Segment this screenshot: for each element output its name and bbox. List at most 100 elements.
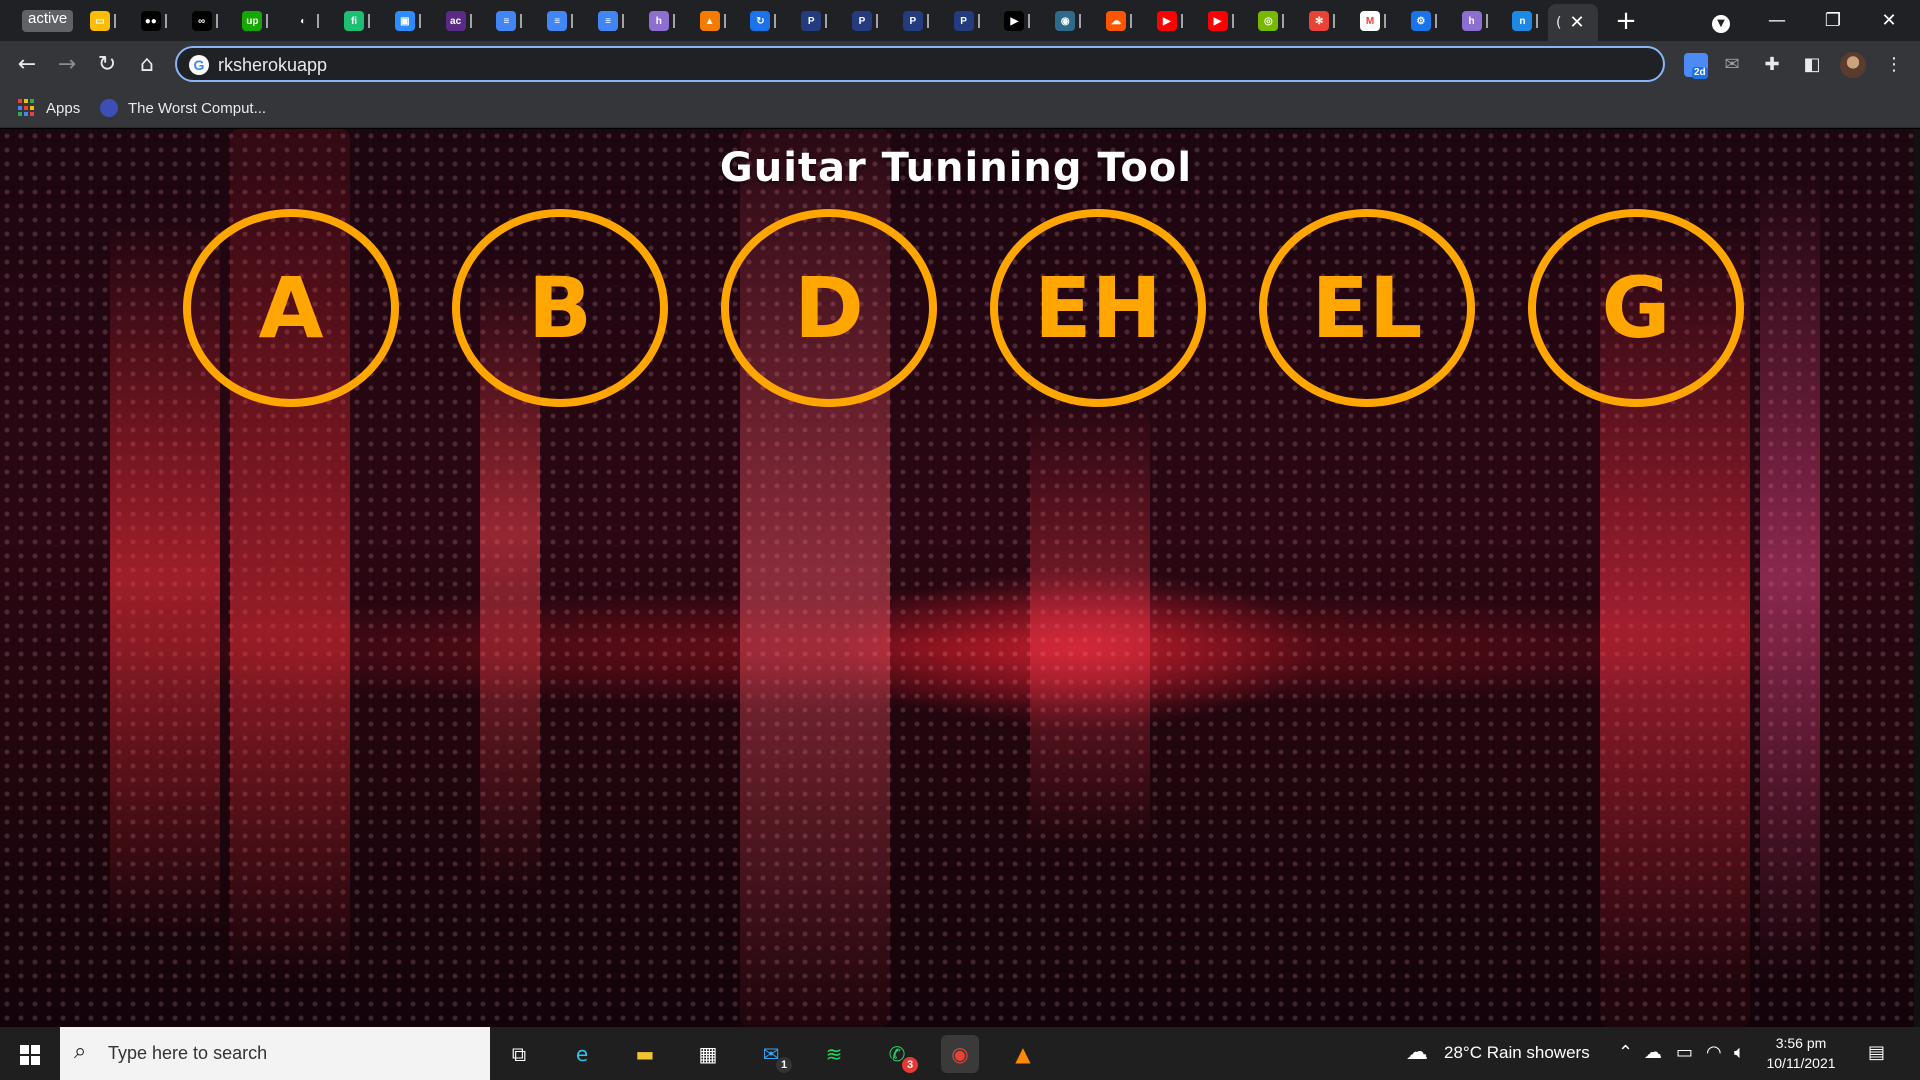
weather-text[interactable]: 28°C Rain showers <box>1444 1043 1590 1063</box>
tab-docs[interactable]: ≡ <box>488 6 536 36</box>
mail-extension-icon[interactable]: ✉ <box>1718 51 1746 79</box>
apps-grid-icon <box>18 99 36 117</box>
tab-current[interactable]: ( ✕ <box>1548 4 1598 41</box>
tab-yellow-card[interactable]: ▭ <box>82 6 130 36</box>
extensions-puzzle-icon[interactable]: ✚ <box>1758 51 1786 79</box>
battery-icon[interactable]: ▭ <box>1676 1042 1693 1063</box>
tab-ac[interactable]: ac <box>438 6 486 36</box>
wifi-icon[interactable]: ◠ <box>1706 1042 1722 1063</box>
tab-upwork[interactable]: up <box>234 6 282 36</box>
orange-blocks-icon: ▲ <box>699 11 720 31</box>
note-button-b[interactable]: B <box>452 209 668 407</box>
taskbar-search[interactable]: ⌕ Type here to search <box>60 1027 490 1080</box>
vlc-icon[interactable]: ▲ <box>1004 1035 1042 1073</box>
start-windows-icon[interactable] <box>8 1037 52 1071</box>
tab-youtube[interactable]: ▶ <box>1149 6 1197 36</box>
tab-hashnode[interactable]: h <box>641 6 689 36</box>
note-button-g[interactable]: G <box>1528 209 1744 407</box>
chevron-up-icon[interactable]: ⌃ <box>1618 1042 1633 1063</box>
close-tab-icon[interactable]: ✕ <box>1569 12 1584 33</box>
google-icon: G <box>189 55 209 75</box>
volume-icon[interactable]: 🔈︎ <box>1734 1042 1745 1063</box>
tab-hashnode[interactable]: h <box>1454 6 1502 36</box>
tab-nvidia[interactable]: ◎ <box>1250 6 1298 36</box>
tab-globe[interactable]: ◐ <box>285 6 333 36</box>
tab-paypal[interactable]: P <box>946 6 994 36</box>
chrome-icon[interactable]: ◉ <box>941 1035 979 1073</box>
tab-soundcloud[interactable]: ☁ <box>1098 6 1146 36</box>
tab-docs[interactable]: ≡ <box>590 6 638 36</box>
coursera-icon: ∞ <box>191 11 212 31</box>
whatsapp-icon[interactable]: ✆ 3 <box>878 1035 918 1073</box>
tab-separator <box>418 14 421 28</box>
forward-button[interactable]: → <box>52 50 82 80</box>
hashnode-icon: h <box>648 11 669 31</box>
restore-button[interactable]: ❐ <box>1810 6 1856 36</box>
bookmark-apps[interactable]: Apps <box>18 97 80 119</box>
tab-separator <box>1282 14 1285 28</box>
earth-icon: ◉ <box>1055 11 1076 31</box>
menu-kebab-icon[interactable]: ⋮ <box>1880 51 1908 79</box>
store-icon[interactable]: ▦ <box>689 1035 727 1073</box>
edge-icon[interactable]: e <box>563 1035 601 1073</box>
tab-gmail[interactable]: M <box>1352 6 1400 36</box>
system-clock[interactable]: 3:56 pm 10/11/2021 <box>1760 1033 1842 1073</box>
file-explorer-icon[interactable]: ▬ <box>626 1035 664 1073</box>
tab-youtube[interactable]: ▶ <box>1200 6 1248 36</box>
calendar-extension-icon[interactable]: 2d <box>1684 53 1708 79</box>
page-scrollbar[interactable] <box>1914 129 1920 1027</box>
tab-search-button[interactable]: ▼ <box>1698 6 1744 36</box>
bookmark-worst-computer[interactable]: The Worst Comput... <box>100 97 266 119</box>
tab-zoom[interactable]: ▣ <box>387 6 435 36</box>
tab-separator <box>571 14 574 28</box>
minimize-button[interactable]: — <box>1754 6 1800 36</box>
address-input[interactable] <box>218 52 1618 78</box>
calendar-badge: 2d <box>1692 67 1708 79</box>
note-button-d[interactable]: D <box>721 209 937 407</box>
note-button-a[interactable]: A <box>183 209 399 407</box>
tab-n[interactable]: n <box>1504 6 1552 36</box>
clock-date: 10/11/2021 <box>1766 1055 1836 1071</box>
note-button-el[interactable]: EL <box>1259 209 1475 407</box>
note-button-eh[interactable]: EH <box>990 209 1206 407</box>
profile-avatar[interactable] <box>1840 52 1866 78</box>
side-panel-icon[interactable]: ◧ <box>1798 51 1826 79</box>
spotify-icon[interactable]: ≋ <box>815 1035 853 1073</box>
windows-taskbar: ⌕ Type here to search ⧉ e ▬ ▦ ✉ 1 ≋ ✆ 3 ◉ ▲ ☁ 28°C… <box>0 1027 1920 1080</box>
tab-paypal[interactable]: P <box>793 6 841 36</box>
reload-button[interactable]: ↻ <box>92 50 122 80</box>
home-button[interactable]: ⌂ <box>132 50 162 80</box>
tab-pinwheel[interactable]: ✻ <box>1301 6 1349 36</box>
globe-icon: ◐ <box>293 11 314 31</box>
back-button[interactable]: ← <box>12 50 42 80</box>
page-content: Guitar Tunining Tool A B D EH EL G <box>0 129 1920 1027</box>
tab-settings-gear[interactable]: ⚙ <box>1403 6 1451 36</box>
task-view-icon[interactable]: ⧉ <box>500 1035 538 1073</box>
new-tab-button[interactable]: + <box>1612 8 1640 36</box>
tab-separator <box>469 14 472 28</box>
mail-icon[interactable]: ✉ 1 <box>752 1035 792 1073</box>
tab-coursera[interactable]: ∞ <box>184 6 232 36</box>
nvidia-icon: ◎ <box>1258 11 1279 31</box>
address-bar[interactable]: G <box>175 46 1665 82</box>
tab-fiverr[interactable]: fi <box>336 6 384 36</box>
tab-paypal[interactable]: P <box>844 6 892 36</box>
tab-earth[interactable]: ◉ <box>1047 6 1095 36</box>
search-placeholder: Type here to search <box>108 1043 268 1063</box>
tab-orange-blocks[interactable]: ▲ <box>692 6 740 36</box>
tab-separator <box>774 14 777 28</box>
medium-icon: ●● <box>140 11 161 31</box>
tab-title: active <box>22 10 74 32</box>
tab-medium[interactable]: ●● <box>133 6 181 36</box>
tab-docs[interactable]: ≡ <box>539 6 587 36</box>
tab-separator <box>520 14 523 28</box>
tab-blue-loop[interactable]: ↻ <box>742 6 790 36</box>
reload-icon: ↻ <box>97 52 117 77</box>
onedrive-cloud-icon[interactable]: ☁ <box>1644 1042 1662 1063</box>
tab-paypal[interactable]: P <box>895 6 943 36</box>
close-window-button[interactable]: ✕ <box>1866 6 1912 36</box>
n-icon: n <box>1512 11 1533 31</box>
notifications-icon[interactable]: ▤ <box>1868 1042 1885 1063</box>
tab-play-arrow[interactable]: ▶ <box>996 6 1044 36</box>
tab-active-label[interactable]: active <box>22 6 78 36</box>
